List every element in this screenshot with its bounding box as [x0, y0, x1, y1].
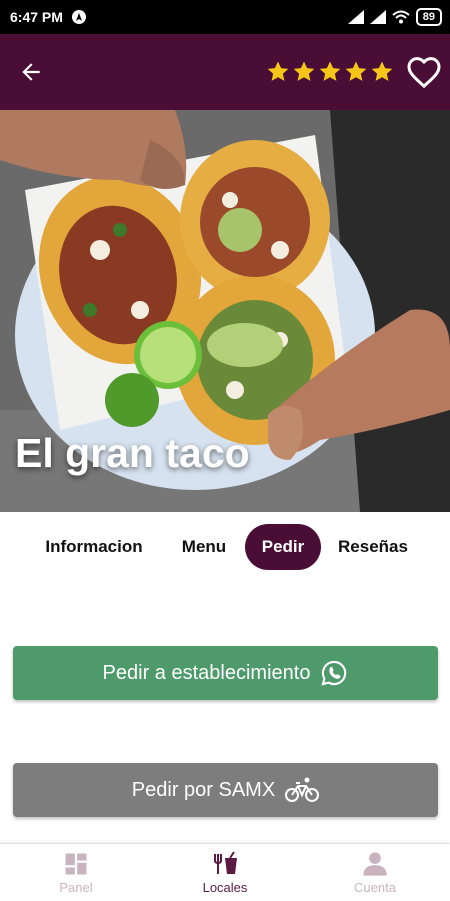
app-notification-icon — [71, 10, 86, 24]
restaurant-photo: El gran taco — [0, 110, 450, 512]
order-samx-button[interactable]: Pedir por SAMX — [13, 763, 438, 817]
nav-panel-label: Panel — [59, 880, 93, 895]
restaurant-tabs: Informacion Menu Pedir Reseñas — [0, 524, 450, 572]
wifi-icon — [392, 10, 410, 24]
back-arrow-icon[interactable] — [18, 59, 44, 85]
tab-informacion[interactable]: Informacion — [30, 524, 158, 570]
whatsapp-icon — [321, 660, 347, 686]
order-establishment-button[interactable]: Pedir a establecimiento — [13, 646, 438, 700]
restaurant-icon — [214, 851, 237, 874]
tab-pedir[interactable]: Pedir — [245, 524, 321, 570]
bicycle-icon — [285, 777, 320, 802]
status-bar: 6:47 PM 89 — [0, 0, 450, 34]
bottom-navigation: Panel Locales Cuenta — [0, 843, 450, 901]
battery-indicator: 89 — [415, 8, 442, 26]
rating-stars — [266, 52, 444, 92]
star-icon — [319, 61, 341, 81]
status-time: 6:47 PM — [10, 9, 63, 25]
person-icon — [363, 852, 387, 876]
tab-menu[interactable]: Menu — [169, 524, 239, 570]
order-samx-label: Pedir por SAMX — [131, 778, 276, 801]
star-icon — [293, 61, 315, 81]
favorite-heart-icon[interactable] — [404, 52, 444, 92]
signal-icon — [347, 10, 364, 24]
order-establishment-label: Pedir a establecimiento — [102, 661, 311, 684]
dashboard-icon — [65, 853, 87, 875]
signal-icon — [369, 10, 386, 24]
tab-resenas[interactable]: Reseñas — [327, 524, 419, 570]
nav-cuenta-label: Cuenta — [354, 880, 396, 895]
nav-cuenta[interactable]: Cuenta — [320, 850, 430, 895]
nav-locales-label: Locales — [202, 880, 248, 895]
restaurant-name: El gran taco — [15, 430, 250, 476]
star-icon — [267, 61, 289, 81]
nav-panel[interactable]: Panel — [21, 850, 131, 895]
app-bar — [0, 34, 450, 110]
star-icon — [345, 61, 367, 81]
nav-locales[interactable]: Locales — [170, 850, 280, 895]
star-icon — [371, 61, 393, 81]
